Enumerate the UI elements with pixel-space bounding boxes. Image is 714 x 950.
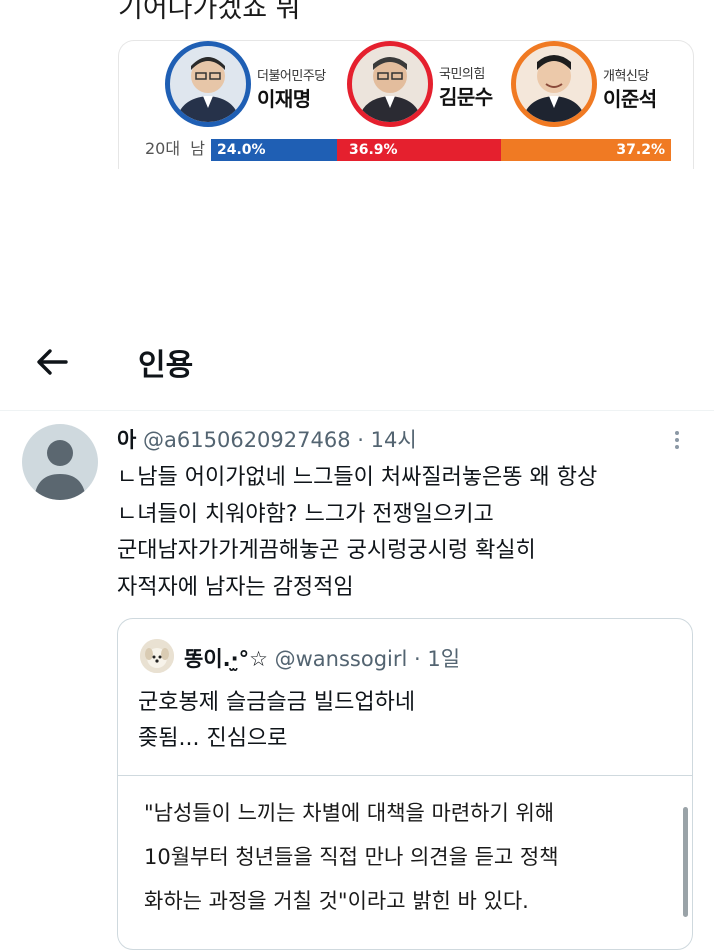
candidate-2-party: 국민의힘 [439,67,485,82]
quoted-tweet-time: 1일 [427,647,461,671]
back-button[interactable] [32,344,72,380]
meta-separator: · [357,428,364,452]
page-title: 인용 [138,348,194,383]
quoted-media-line: "남성들이 느끼는 차별에 대책을 마련하기 위해 [144,801,555,825]
header-divider [0,410,714,411]
dog-avatar-icon [140,639,174,673]
candidate-1-name: 이재명 [257,87,311,111]
candidate-3-party: 개혁신당 [603,69,649,84]
quoted-author-name: 똥이.·̫°☆ [184,647,268,671]
author-name[interactable]: 아 [117,428,136,452]
tweet-text: ㄴ남들 어이가없네 느그들이 처싸질러놓은똥 왜 항상 ㄴ녀들이 치워야함? 느… [117,460,677,606]
tweet-line: 군대남자가가게끔해놓곤 궁시렁궁시렁 확실히 [117,538,536,563]
meta-separator: · [414,647,421,671]
quoted-line: 좆됨... 진심으로 [138,726,288,751]
quoted-media-text: "남성들이 느끼는 차별에 대책을 마련하기 위해 10월부터 청년들을 직접 … [144,791,559,923]
quoted-line: 군호봉제 슬금슬금 빌드업하네 [138,690,416,715]
candidate-3-name: 이준석 [603,87,657,111]
candidate-1-party: 더불어민주당 [257,69,326,84]
top-tweet-text: 기어나가겠죠 뭐 [118,0,301,24]
tweet-author-line: 아 @a6150620927468 · 14시 [117,424,417,454]
quoted-tweet[interactable]: 똥이.·̫°☆ @wanssogirl · 1일 군호봉제 슬금슬금 빌드업하네… [117,618,693,950]
quoted-author-handle: @wanssogirl [274,647,408,671]
default-avatar-icon [34,440,86,500]
quoted-media-line: 화하는 과정을 거칠 것"이라고 밝힌 바 있다. [144,889,529,913]
poll-bar-segment-3: 37.2% [501,139,671,161]
author-handle[interactable]: @a6150620927468 [143,428,351,452]
quoted-divider [118,775,692,776]
quoted-tweet-text: 군호봉제 슬금슬금 빌드업하네 좆됨... 진심으로 [138,685,415,757]
candidate-2-name: 김문수 [439,85,493,109]
tweet-line: ㄴ남들 어이가없네 느그들이 처싸질러놓은똥 왜 항상 [117,465,598,490]
tweet-time[interactable]: 14시 [371,428,417,452]
quoted-avatar[interactable] [140,639,174,673]
candidate-2-portrait [347,41,433,127]
scrollbar[interactable] [683,807,688,917]
poll-value-2: 36.9% [349,142,398,158]
arrow-left-icon [37,349,68,375]
avatar[interactable] [22,424,98,500]
more-options-icon[interactable] [670,428,684,456]
quoted-author-line: 똥이.·̫°☆ @wanssogirl · 1일 [184,643,460,673]
poll-bar-segment-2: 36.9% [337,139,501,161]
poll-value-3: 37.2% [616,142,665,158]
poll-value-1: 24.0% [217,142,266,158]
poll-bar-segment-1: 24.0% [211,139,337,161]
poll-bar: 24.0% 36.9% 37.2% [119,139,693,161]
candidate-1-portrait [165,41,251,127]
quoted-media-line: 10월부터 청년들을 직접 만나 의견을 듣고 정책 [144,845,559,869]
tweet-line: ㄴ녀들이 치워야함? 느그가 전쟁일으키고 [117,501,494,527]
poll-image[interactable]: 더불어민주당 이재명 국민의힘 김문수 개혁신당 이준석 20대 남 24.0%… [118,40,694,169]
candidate-3-portrait [511,41,597,127]
tweet-line: 자적자에 남자는 감정적임 [117,574,354,600]
